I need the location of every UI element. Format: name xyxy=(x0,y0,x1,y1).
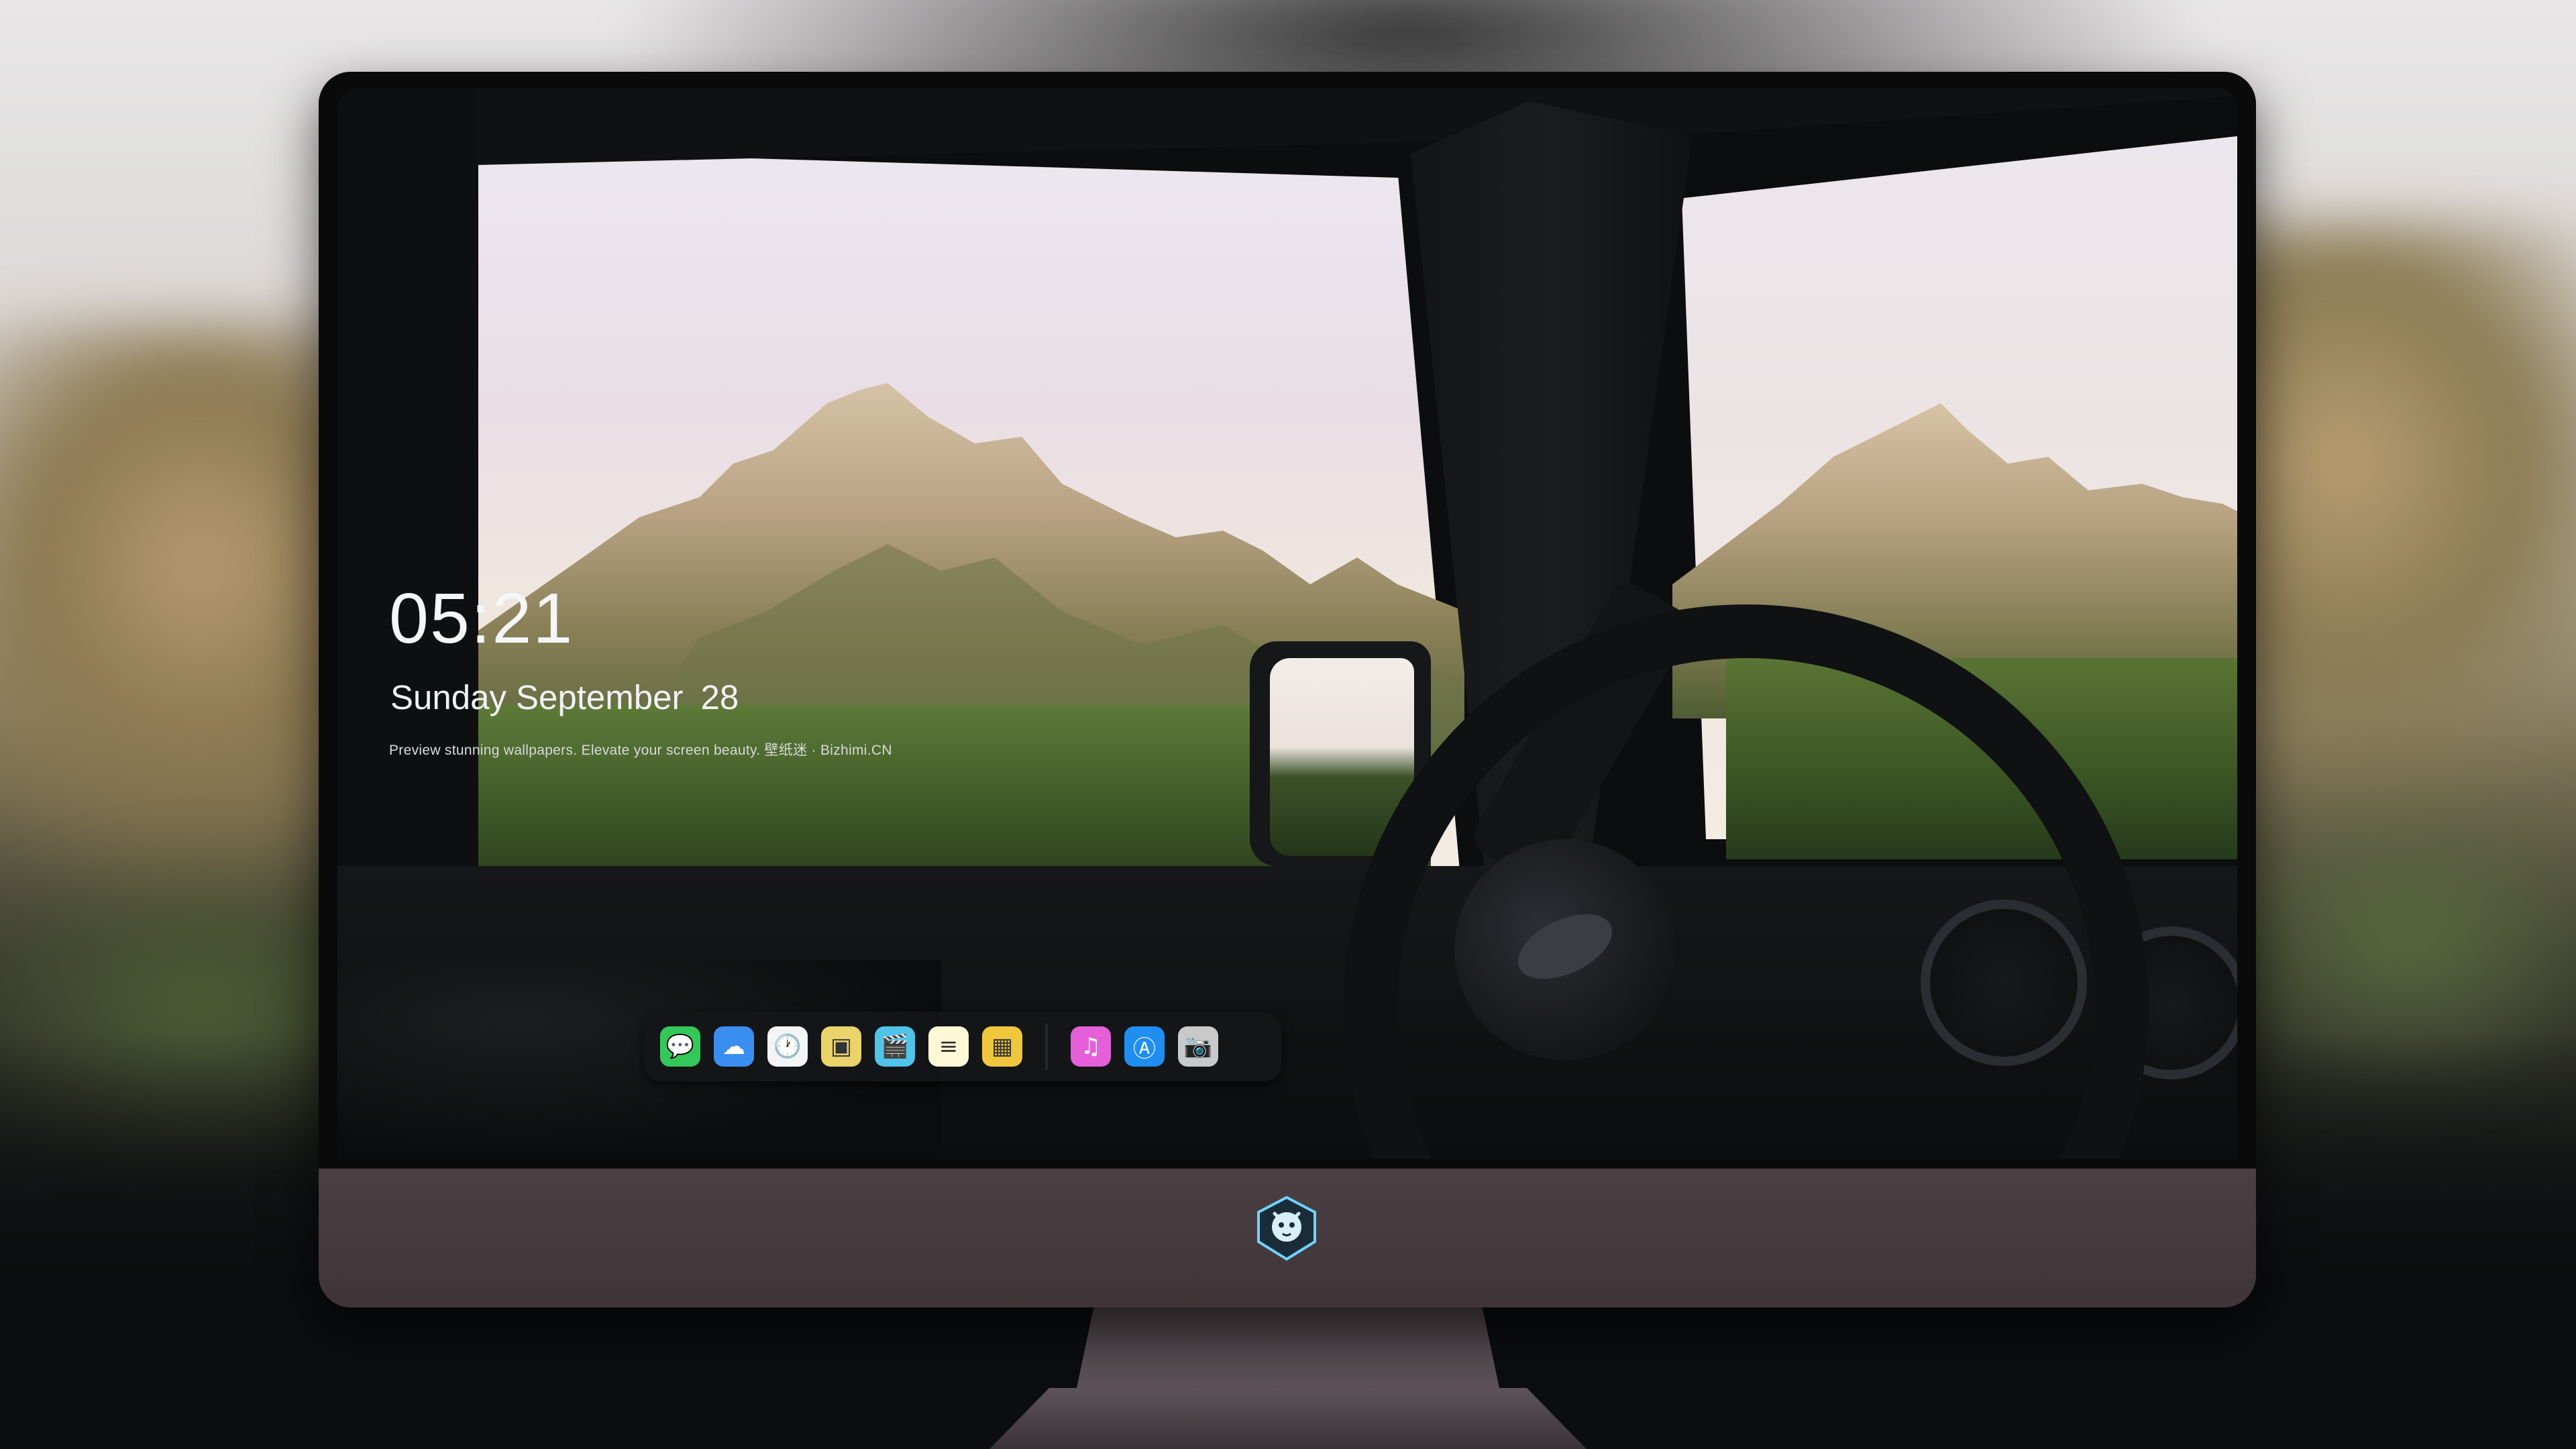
dock-separator xyxy=(1045,1023,1048,1070)
monitor-stand-base xyxy=(989,1388,1587,1449)
dock: 💬 ☁ 🕐 ▣ 🎬 ≡ ▦ ♫ Ⓐ 📷 xyxy=(644,1012,1281,1081)
lock-screen[interactable] xyxy=(337,88,2237,1159)
itunes-icon[interactable]: ♫ xyxy=(1071,1026,1111,1067)
weather-icon[interactable]: ☁ xyxy=(714,1026,754,1067)
messages-icon[interactable]: 💬 xyxy=(660,1026,700,1067)
bizhimi-logo-icon xyxy=(1257,1195,1316,1261)
date-month: September xyxy=(515,678,684,716)
lock-screen-date: Sunday September 28 xyxy=(390,678,739,717)
notes-icon[interactable]: ≡ xyxy=(928,1026,969,1067)
lock-screen-clock: 05:21 xyxy=(389,579,574,658)
clips-icon[interactable]: 🎬 xyxy=(875,1026,915,1067)
date-day: Sunday xyxy=(390,678,506,716)
date-number: 28 xyxy=(700,678,739,716)
lock-screen-caption: Preview stunning wallpapers. Elevate you… xyxy=(389,743,892,758)
clock-icon[interactable]: 🕐 xyxy=(767,1026,808,1067)
car-roof xyxy=(337,88,2237,168)
monitor-stand-neck xyxy=(1077,1307,1499,1388)
camera-icon[interactable]: 📷 xyxy=(1178,1026,1218,1067)
preview-icon[interactable]: ▣ xyxy=(821,1026,861,1067)
photo-booth-icon[interactable]: ▦ xyxy=(982,1026,1022,1067)
app-store-icon[interactable]: Ⓐ xyxy=(1124,1026,1165,1067)
